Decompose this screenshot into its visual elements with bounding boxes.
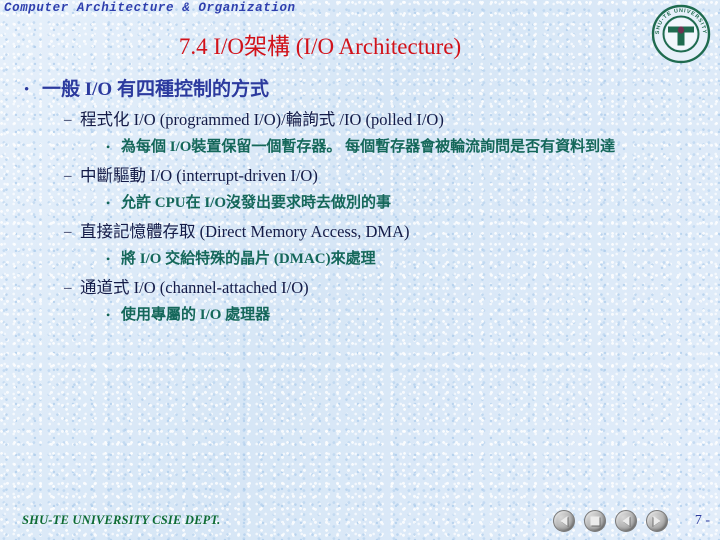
bullet-level1-text: 一般 I/O 有四種控制的方式 — [42, 79, 269, 100]
slide-content: • 一般 I/O 有四種控制的方式 – 程式化 I/O (programmed … — [0, 78, 720, 326]
triangle-right-icon — [653, 516, 661, 526]
bullet-level1: • 一般 I/O 有四種控制的方式 — [24, 78, 720, 102]
bullet-level3: • 允許 CPU在 I/O沒發出要求時去做別的事 — [106, 193, 686, 214]
triangle-left-icon — [622, 516, 630, 526]
bullet-level3: • 將 I/O 交給特殊的晶片 (DMAC)來處理 — [106, 249, 686, 270]
bullet-marker-level3: • — [106, 196, 111, 210]
bullet-level2-text: 通道式 I/O (channel-attached I/O) — [80, 278, 309, 297]
bullet-marker-level2: – — [64, 168, 72, 184]
first-slide-button[interactable] — [553, 510, 575, 532]
bullet-marker-level2: – — [64, 112, 72, 128]
bullet-level3: • 使用專屬的 I/O 處理器 — [106, 305, 686, 326]
square-stop-icon — [590, 516, 600, 526]
next-slide-button[interactable] — [646, 510, 668, 532]
bullet-level2: – 通道式 I/O (channel-attached I/O) — [64, 277, 720, 299]
bullet-level2-text: 直接記憶體存取 (Direct Memory Access, DMA) — [80, 222, 410, 241]
page-number-label: 7 - — [694, 513, 710, 528]
bullet-level2: – 程式化 I/O (programmed I/O)/輪詢式 /IO (poll… — [64, 109, 720, 131]
stop-button[interactable] — [584, 510, 606, 532]
slide-canvas: Computer Architecture & Organization SHU… — [0, 0, 720, 540]
bullet-level2-text: 中斷驅動 I/O (interrupt-driven I/O) — [80, 166, 318, 185]
bullet-level3: • 為每個 I/O裝置保留一個暫存器。 每個暫存器會被輪流詢問是否有資料到達 — [106, 137, 686, 158]
bullet-level2: – 直接記憶體存取 (Direct Memory Access, DMA) — [64, 221, 720, 243]
bullet-level3-text: 使用專屬的 I/O 處理器 — [121, 307, 271, 323]
bullet-level2-text: 程式化 I/O (programmed I/O)/輪詢式 /IO (polled… — [80, 110, 444, 129]
bullet-marker-level3: • — [106, 308, 111, 322]
bullet-level2: – 中斷驅動 I/O (interrupt-driven I/O) — [64, 165, 720, 187]
slide-navigation-bar — [553, 510, 668, 532]
footer-school-label: SHU-TE UNIVERSITY CSIE DEPT. — [22, 513, 221, 527]
bullet-marker-level3: • — [106, 140, 111, 154]
bullet-marker-level2: – — [64, 224, 72, 240]
page-title: 7.4 I/O架構 (I/O Architecture) — [178, 34, 462, 59]
triangle-left-icon — [560, 516, 568, 526]
course-header-title: Computer Architecture & Organization — [4, 1, 296, 15]
shu-te-university-logo-icon: SHU-TE UNIVERSITY — [650, 3, 712, 65]
bullet-level3-text: 允許 CPU在 I/O沒發出要求時去做別的事 — [121, 195, 392, 211]
bullet-level3-text: 將 I/O 交給特殊的晶片 (DMAC)來處理 — [121, 251, 376, 267]
bullet-marker-level3: • — [106, 252, 111, 266]
bullet-level3-text: 為每個 I/O裝置保留一個暫存器。 每個暫存器會被輪流詢問是否有資料到達 — [121, 139, 616, 155]
bullet-marker-level1: • — [24, 82, 30, 98]
bullet-marker-level2: – — [64, 280, 72, 296]
previous-slide-button[interactable] — [615, 510, 637, 532]
